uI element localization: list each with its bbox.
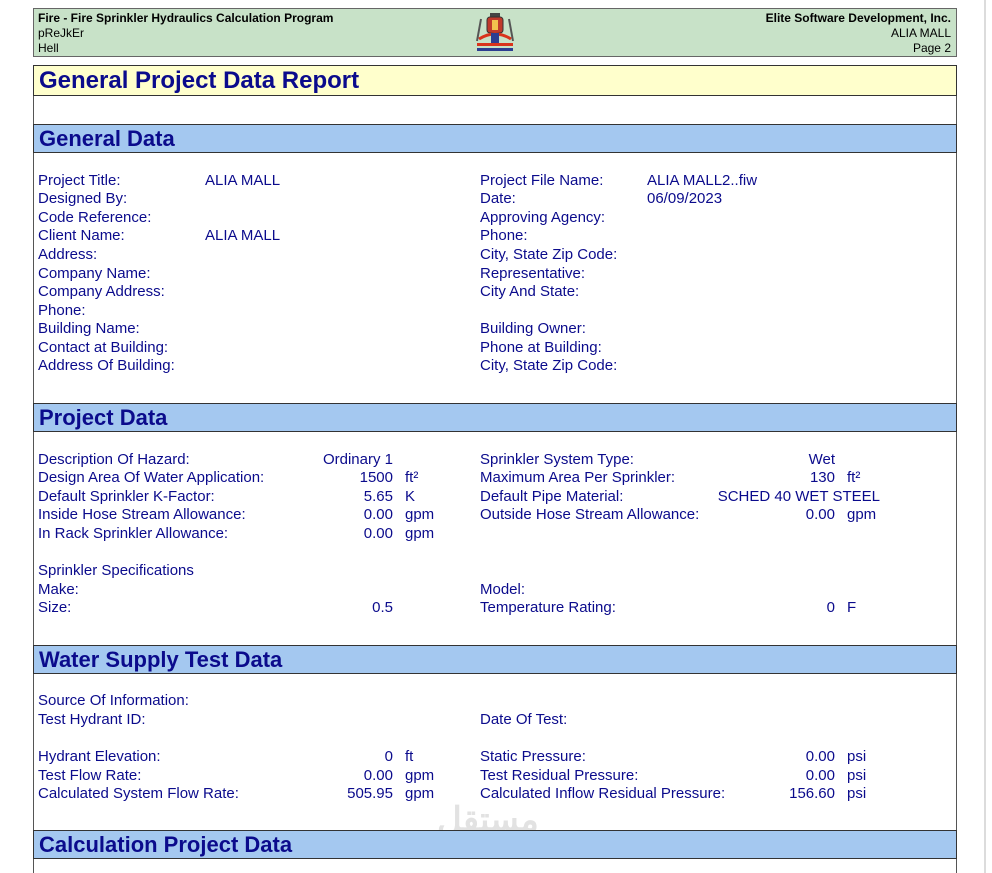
program-name: Fire - Fire Sprinkler Hydraulics Calcula… [38,11,334,25]
design-area-value: 1500 [359,469,393,486]
pipe-material-label: Default Pipe Material: [480,488,624,505]
hazard-value: Ordinary 1 [322,451,393,468]
max-area-label: Maximum Area Per Sprinkler: [480,469,676,486]
header-project: ALIA MALL [890,26,951,40]
field-label: Representative: [480,265,586,282]
field-label: Address: [38,246,98,263]
section-general-data: General Data [33,124,957,153]
temp-rating-unit: F [847,599,857,616]
field-label: City And State: [480,283,580,300]
company-name: Elite Software Development, Inc. [765,11,951,25]
field-label: Project File Name: [480,172,604,189]
field-value: 06/09/2023 [647,190,723,207]
header-line3: Hell [38,41,59,55]
field-value: ALIA MALL2..fiw [647,172,758,189]
field-value: ALIA MALL [205,227,281,244]
header-right: Elite Software Development, Inc. ALIA MA… [766,11,951,56]
in-rack-label: In Rack Sprinkler Allowance: [38,525,229,542]
outside-hose-label: Outside Hose Stream Allowance: [480,506,700,523]
k-factor-unit: K [405,488,416,505]
calc-flow-value: 505.95 [347,785,393,802]
test-flow-label: Test Flow Rate: [38,767,142,784]
temp-rating-label: Temperature Rating: [480,599,616,616]
pipe-material-value: SCHED 40 WET STEEL [717,488,880,505]
system-type-label: Sprinkler System Type: [480,451,634,468]
max-area-unit: ft² [847,469,861,486]
report-page: Fire - Fire Sprinkler Hydraulics Calcula… [0,0,992,873]
header-left: Fire - Fire Sprinkler Hydraulics Calcula… [38,11,333,56]
static-pressure-unit: psi [847,748,867,765]
static-pressure-label: Static Pressure: [480,748,586,765]
outside-hose-unit: gpm [847,506,877,523]
field-label: Building Name: [38,320,140,337]
section-calculation-data: Calculation Project Data [33,830,957,859]
model-label: Model: [480,581,526,598]
hazard-label: Description Of Hazard: [38,451,190,468]
report-title: General Project Data Report [33,65,957,96]
hydrant-elevation-value: 0 [384,748,393,765]
inside-hose-unit: gpm [405,506,435,523]
field-label: Project Title: [38,172,121,189]
hydrant-elevation-label: Hydrant Elevation: [38,748,161,765]
size-value: 0.5 [372,599,393,616]
test-flow-unit: gpm [405,767,435,784]
field-label: Phone: [38,302,86,319]
temp-rating-value: 0 [826,599,835,616]
field-label: Phone: [480,227,528,244]
outside-hose-value: 0.00 [805,506,835,523]
calc-flow-unit: gpm [405,785,435,802]
field-label: Date: [480,190,516,207]
sprinkler-spec-label: Sprinkler Specifications [38,562,194,579]
inside-hose-label: Inside Hose Stream Allowance: [38,506,246,523]
residual-pressure-label: Test Residual Pressure: [480,767,639,784]
field-label: Address Of Building: [38,357,175,374]
section-project-data: Project Data [33,403,957,432]
page-number: Page 2 [912,41,951,55]
calc-flow-label: Calculated System Flow Rate: [38,785,239,802]
field-label: City, State Zip Code: [480,357,618,374]
inside-hose-value: 0.00 [363,506,393,523]
field-label: City, State Zip Code: [480,246,618,263]
inflow-pressure-value: 156.60 [789,785,835,802]
field-label: Code Reference: [38,209,152,226]
field-label: Approving Agency: [480,209,606,226]
size-label: Size: [38,599,72,616]
in-rack-unit: gpm [405,525,435,542]
design-area-unit: ft² [405,469,419,486]
field-label: Company Address: [38,283,165,300]
design-area-label: Design Area Of Water Application: [38,469,265,486]
report-header: Fire - Fire Sprinkler Hydraulics Calcula… [33,8,957,57]
k-factor-value: 5.65 [363,488,393,505]
test-hydrant-label: Test Hydrant ID: [38,711,146,728]
system-type-value: Wet [808,451,835,468]
inflow-pressure-unit: psi [847,785,867,802]
test-flow-value: 0.00 [363,767,393,784]
field-label: Building Owner: [480,320,586,337]
field-label: Company Name: [38,265,151,282]
residual-pressure-unit: psi [847,767,867,784]
max-area-value: 130 [809,469,835,486]
field-value: ALIA MALL [205,172,281,189]
field-label: Designed By: [38,190,128,207]
field-label: Contact at Building: [38,339,169,356]
field-label: Phone at Building: [480,339,602,356]
source-info-label: Source Of Information: [38,692,189,709]
sprinkler-logo-icon [476,13,514,51]
scrollbar[interactable] [984,0,986,873]
in-rack-value: 0.00 [363,525,393,542]
static-pressure-value: 0.00 [805,748,835,765]
k-factor-label: Default Sprinkler K-Factor: [38,488,215,505]
residual-pressure-value: 0.00 [805,767,835,784]
field-label: Client Name: [38,227,125,244]
section-water-supply: Water Supply Test Data [33,645,957,674]
header-line2: pReJkEr [38,26,85,40]
test-date-label: Date Of Test: [480,711,568,728]
hydrant-elevation-unit: ft [405,748,414,765]
make-label: Make: [38,581,79,598]
